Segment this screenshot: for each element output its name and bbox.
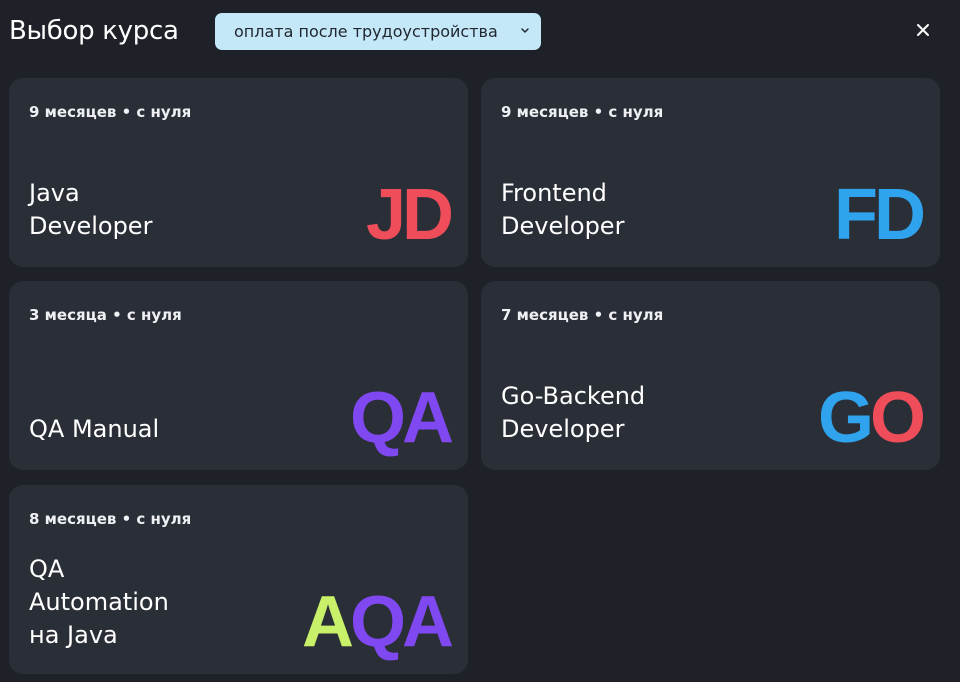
course-name-line: на Java [29,621,118,649]
course-name: Go-Backend Developer [501,380,751,446]
abbr-part: O [869,378,926,458]
course-name: QA Automation на Java [29,553,279,652]
payment-filter-select[interactable]: оплата после трудоустройства [215,13,541,50]
course-name-line: QA [29,555,65,583]
abbr-part: QA [350,378,454,458]
course-name-line: Java [29,179,80,207]
filter-selected-value: оплата после трудоустройства [234,22,498,41]
course-card-qa-automation-java[interactable]: 8 месяцев • с нуля QA Automation на Java… [9,485,468,674]
course-card-qa-manual[interactable]: 3 месяца • с нуля QA Manual QA [9,281,468,470]
chevron-down-icon [521,28,529,33]
course-abbreviation-logo: JD [365,175,454,255]
close-icon [917,24,929,36]
course-meta: 8 месяцев • с нуля [29,510,192,528]
course-name-line: Developer [501,415,625,443]
course-name-line: QA Manual [29,415,160,443]
course-name-line: Frontend [501,179,607,207]
course-meta: 9 месяцев • с нуля [29,103,192,121]
course-abbreviation-logo: AQA [302,582,454,662]
close-button[interactable] [908,15,938,45]
course-abbreviation-logo: QA [350,378,454,458]
course-abbreviation-logo: GO [817,378,926,458]
course-name-line: Go-Backend [501,382,646,410]
course-card-frontend-developer[interactable]: 9 месяцев • с нуля Frontend Developer FD [481,78,940,267]
abbr-part: G [817,378,874,458]
course-card-java-developer[interactable]: 9 месяцев • с нуля Java Developer JD [9,78,468,267]
course-meta: 7 месяцев • с нуля [501,306,664,324]
course-name: Frontend Developer [501,177,751,243]
header: Выбор курса оплата после трудоустройства [0,0,960,66]
course-name-line: Automation [29,588,169,616]
course-meta: 9 месяцев • с нуля [501,103,664,121]
abbr-part: A [302,582,354,662]
course-name: QA Manual [29,413,279,446]
course-abbreviation-logo: FD [834,175,926,255]
course-name: Java Developer [29,177,279,243]
course-card-go-backend-developer[interactable]: 7 месяцев • с нуля Go-Backend Developer … [481,281,940,470]
course-name-line: Developer [501,212,625,240]
abbr-part: JD [365,175,454,255]
course-meta: 3 месяца • с нуля [29,306,182,324]
abbr-part: FD [834,175,926,255]
course-name-line: Developer [29,212,153,240]
page-title: Выбор курса [9,16,179,46]
abbr-part: QA [350,582,454,662]
